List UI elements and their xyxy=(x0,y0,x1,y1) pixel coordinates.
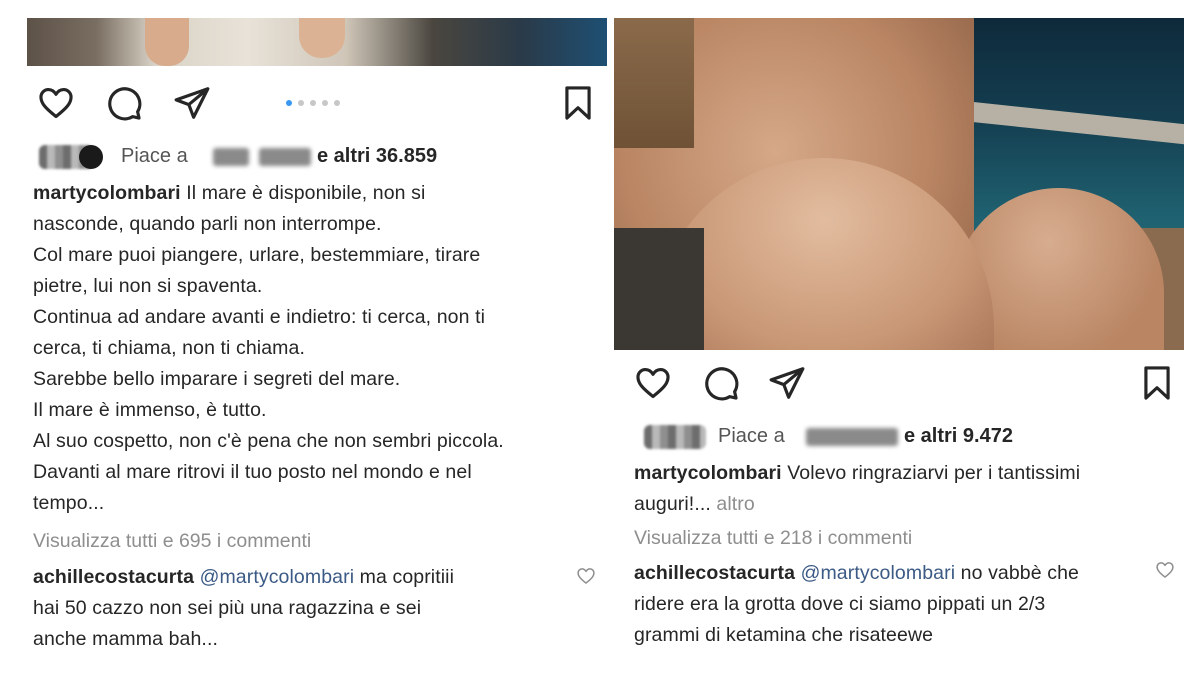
view-all-comments-link[interactable]: Visualizza tutti e 695 i commenti xyxy=(33,530,311,553)
share-icon[interactable] xyxy=(173,84,211,122)
liker-avatars xyxy=(644,425,714,449)
post-caption: martycolombari Il mare è disponibile, no… xyxy=(33,182,504,514)
comment: achillecostacurta @martycolombari no vab… xyxy=(634,562,1079,646)
comment-like-heart-icon[interactable] xyxy=(1154,560,1176,580)
bookmark-icon[interactable] xyxy=(1138,364,1176,402)
instagram-post-right: Piace a e altri 9.472 martycolombari Vol… xyxy=(614,18,1184,658)
comment-like-heart-icon[interactable] xyxy=(575,566,597,586)
comment-username[interactable]: achillecostacurta xyxy=(33,566,194,588)
more-link[interactable]: altro xyxy=(711,493,755,515)
comment-mention[interactable]: @martycolombari xyxy=(801,562,956,584)
instagram-post-left: Piace a e altri 36.859 martycolombari Il… xyxy=(27,18,607,658)
caption-username[interactable]: martycolombari xyxy=(634,462,782,484)
bookmark-icon[interactable] xyxy=(559,84,597,122)
likes-prefix: Piace a xyxy=(121,145,188,167)
post-photo[interactable] xyxy=(614,18,1184,350)
comment-icon[interactable] xyxy=(105,84,143,122)
comment-username[interactable]: achillecostacurta xyxy=(634,562,795,584)
post-actions xyxy=(614,364,1184,404)
view-all-comments-link[interactable]: Visualizza tutti e 218 i commenti xyxy=(634,527,912,550)
post-actions xyxy=(27,84,607,124)
comment: achillecostacurta @martycolombari ma cop… xyxy=(33,566,455,650)
likes-count: e altri 36.859 xyxy=(317,145,438,167)
carousel-indicator xyxy=(282,98,352,108)
likes-prefix: Piace a xyxy=(718,425,785,447)
comment-icon[interactable] xyxy=(702,364,740,402)
heart-icon[interactable] xyxy=(37,84,75,122)
caption-username[interactable]: martycolombari xyxy=(33,182,181,204)
liker-avatars xyxy=(39,145,109,169)
post-caption: martycolombari Volevo ringraziarvi per i… xyxy=(634,462,1081,515)
heart-icon[interactable] xyxy=(634,364,672,402)
comment-mention[interactable]: @martycolombari xyxy=(200,566,355,588)
share-icon[interactable] xyxy=(768,364,806,402)
post-photo[interactable] xyxy=(27,18,607,66)
likes-count: e altri 9.472 xyxy=(904,425,1013,447)
